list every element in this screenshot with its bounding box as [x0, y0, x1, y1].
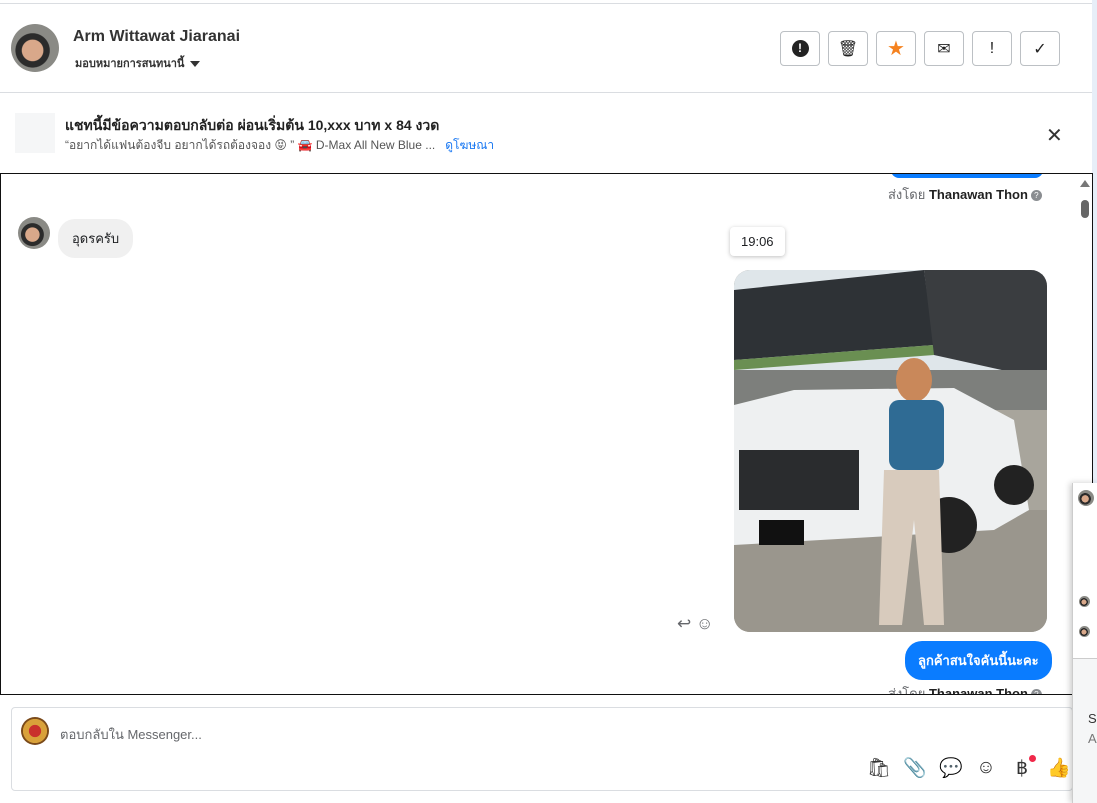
check-icon: ✓ — [1033, 40, 1047, 58]
like-icon[interactable]: 👍 — [1047, 756, 1071, 780]
close-banner-icon[interactable]: ✕ — [1046, 123, 1063, 148]
outgoing-message: ลูกค้าสนใจคันนี้นะคะ — [905, 641, 1052, 680]
ad-title: แชทนี้มีข้อความตอบกลับต่อ ผ่อนเริ่มต้น 1… — [65, 117, 440, 133]
contact-avatar-small — [18, 217, 50, 249]
view-ad-link[interactable]: ดูโฆษณา — [445, 138, 494, 152]
ad-thumbnail — [15, 113, 55, 153]
delete-button[interactable]: 🗑 — [828, 31, 868, 66]
attachment-icon[interactable]: 📎 — [903, 756, 927, 780]
mark-done-button[interactable]: ✓ — [1020, 31, 1060, 66]
shop-bag-icon[interactable]: 🛍 — [867, 756, 891, 780]
mark-unread-button[interactable]: ✉ — [924, 31, 964, 66]
trash-icon: 🗑 — [837, 40, 859, 58]
alert-circle-icon: ! — [791, 40, 809, 57]
panel-avatar — [1078, 490, 1094, 506]
sent-by-label: ส่งโดย Thanawan Thon? — [888, 683, 1042, 694]
ad-context-banner: แชทนี้มีข้อความตอบกลับต่อ ผ่อนเริ่มต้น 1… — [0, 93, 1092, 173]
help-icon[interactable]: ? — [1030, 190, 1042, 202]
payment-icon[interactable]: ฿ — [1011, 754, 1036, 780]
help-icon[interactable]: ? — [1030, 689, 1042, 694]
contact-avatar[interactable] — [11, 24, 59, 72]
reply-icon[interactable]: ↩ — [677, 614, 691, 633]
previous-message-bubble — [891, 174, 1043, 178]
caret-down-icon — [190, 61, 201, 68]
star-icon: ★ — [887, 38, 905, 60]
conversation-header: Arm Wittawat Jiaranai มอบหมายการสนทนานี้… — [0, 4, 1092, 93]
panel-avatar — [1079, 626, 1090, 637]
page-avatar — [21, 717, 49, 745]
mark-spam-button[interactable]: ! — [780, 31, 820, 66]
assign-label: มอบหมายการสนทนานี้ — [75, 58, 185, 70]
assign-conversation-dropdown[interactable]: มอบหมายการสนทนานี้ — [75, 54, 201, 72]
envelope-icon: ✉ — [937, 40, 951, 58]
emoji-icon[interactable]: ☺ — [975, 757, 997, 779]
sent-by-label: ส่งโดย Thanawan Thon? — [888, 184, 1042, 205]
saved-replies-icon[interactable]: 💬 — [939, 756, 963, 780]
message-actions: ↩ ☺ — [677, 614, 713, 634]
floating-chat-panel[interactable]: Sc A — [1072, 483, 1097, 803]
ad-subtitle: “อยากได้แฟนต้องจีบ อยากได้รถต้องจอง 😝 ” … — [65, 138, 436, 152]
notification-dot — [1029, 754, 1036, 762]
scrollbar-thumb[interactable] — [1081, 200, 1089, 218]
exclamation-icon: ! — [989, 39, 995, 57]
react-icon[interactable]: ☺ — [696, 614, 713, 633]
star-button[interactable]: ★ — [876, 31, 916, 66]
image-attachment[interactable] — [734, 270, 1047, 632]
incoming-message: อุดรครับ — [58, 219, 134, 258]
panel-text: A — [1088, 731, 1097, 746]
panel-avatar — [1079, 596, 1090, 607]
scroll-up-arrow-icon[interactable] — [1080, 180, 1090, 187]
message-thread: ส่งโดย Thanawan Thon? อุดรครับ 19:06 ↩ ☺… — [0, 173, 1093, 695]
reply-composer[interactable]: ตอบกลับใน Messenger... 🛍 📎 💬 ☺ ฿ 👍 — [11, 707, 1073, 791]
timestamp: 19:06 — [730, 227, 785, 256]
reply-input[interactable]: ตอบกลับใน Messenger... — [60, 724, 202, 745]
contact-name[interactable]: Arm Wittawat Jiaranai — [73, 28, 240, 46]
panel-text: Sc — [1088, 711, 1097, 726]
follow-up-button[interactable]: ! — [972, 31, 1012, 66]
